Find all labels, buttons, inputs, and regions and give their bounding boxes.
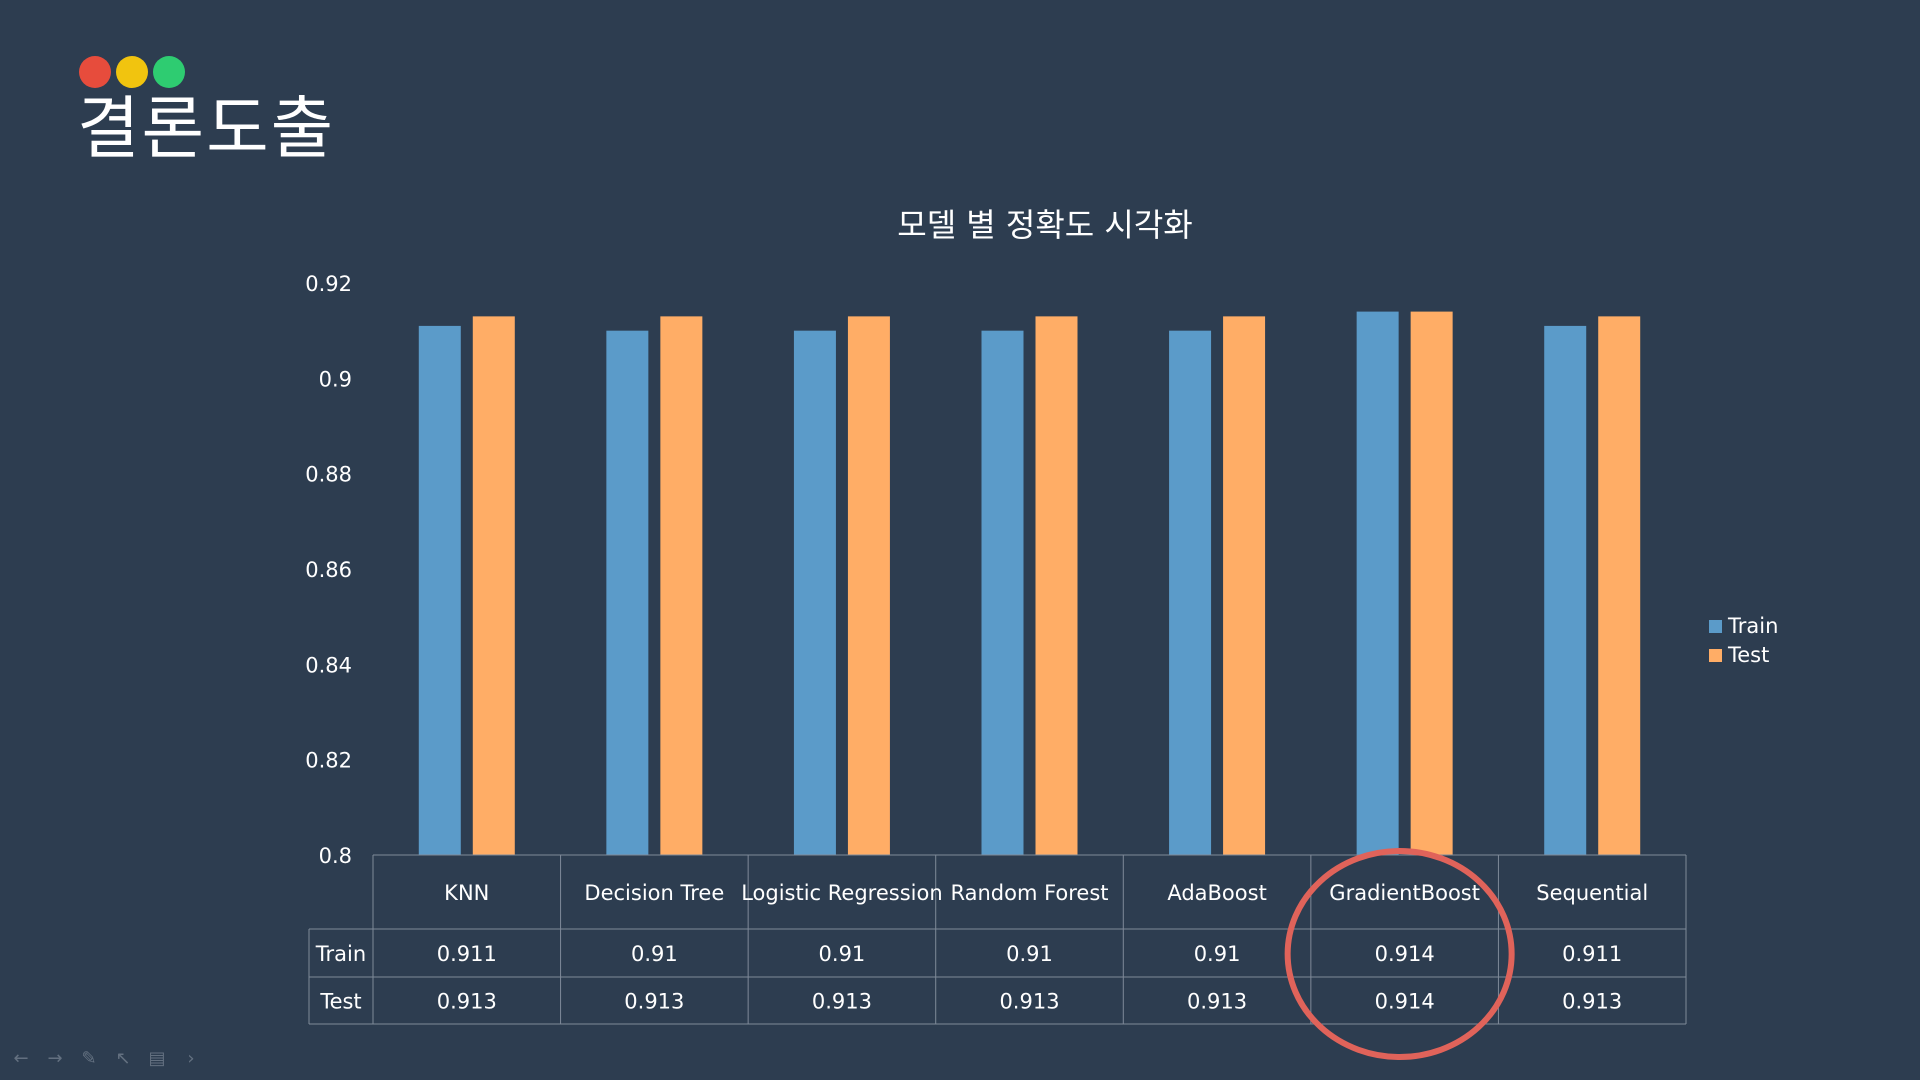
- y-tick-label: 0.92: [305, 272, 352, 296]
- category-label: KNN: [444, 881, 489, 905]
- category-label: GradientBoost: [1329, 881, 1480, 905]
- y-tick-label: 0.84: [305, 653, 352, 677]
- category-label: Sequential: [1536, 881, 1648, 905]
- bar-train: [606, 330, 649, 856]
- bars-group: [418, 311, 1641, 856]
- table-cell: 0.91: [1194, 942, 1241, 966]
- category-label: Decision Tree: [584, 881, 724, 905]
- table-cell: 0.913: [999, 990, 1059, 1014]
- bar-train: [418, 325, 461, 855]
- category-label: AdaBoost: [1167, 881, 1266, 905]
- table-cell: 0.91: [1006, 942, 1053, 966]
- arrow-left-icon[interactable]: ←: [10, 1048, 32, 1069]
- category-label: Random Forest: [950, 881, 1108, 905]
- legend-label: Test: [1727, 643, 1769, 667]
- y-axis: 0.92 0.9 0.88 0.86 0.84 0.82 0.8: [305, 272, 352, 868]
- table-cell: 0.91: [819, 942, 866, 966]
- category-label: Logistic Regression: [741, 881, 942, 905]
- chevron-right-icon[interactable]: ›: [180, 1048, 202, 1069]
- bar-train: [1169, 330, 1212, 856]
- slide-nav-bar: ← → ✎ ↖ ▤ ›: [10, 1048, 202, 1069]
- table-cell: 0.913: [437, 990, 497, 1014]
- table-cell: 0.914: [1375, 990, 1435, 1014]
- legend-label: Train: [1727, 614, 1778, 638]
- table-cell: 0.913: [1562, 990, 1622, 1014]
- accuracy-bar-chart: 모델 별 정확도 시각화 0.920.90.880.860.840.820.8 …: [305, 206, 1778, 1060]
- table-cell: 0.91: [631, 942, 678, 966]
- bar-train: [793, 330, 836, 856]
- slide-menu-icon[interactable]: ▤: [146, 1048, 168, 1069]
- table-row-label: Test: [319, 990, 361, 1014]
- table-row-label: Train: [315, 942, 366, 966]
- table-cell: 0.913: [624, 990, 684, 1014]
- legend-swatch: [1709, 649, 1722, 662]
- table-cell: 0.913: [812, 990, 872, 1014]
- table-cell: 0.911: [437, 942, 497, 966]
- bar-test: [472, 316, 515, 855]
- y-tick-label: 0.9: [319, 367, 352, 391]
- y-tick-label: 0.88: [305, 463, 352, 487]
- legend-swatch: [1709, 620, 1722, 633]
- pointer-icon[interactable]: ↖: [112, 1048, 134, 1069]
- table-cell: 0.913: [1187, 990, 1247, 1014]
- bar-test: [1223, 316, 1266, 855]
- bar-test: [1035, 316, 1078, 855]
- bar-test: [847, 316, 890, 855]
- bar-train: [1356, 311, 1399, 856]
- pen-icon[interactable]: ✎: [78, 1048, 100, 1069]
- legend: Train Test: [1709, 614, 1778, 667]
- bar-train: [1544, 325, 1587, 855]
- bar-test: [660, 316, 703, 855]
- bar-train: [981, 330, 1024, 856]
- y-tick-label: 0.82: [305, 749, 352, 773]
- table-cell: 0.911: [1562, 942, 1622, 966]
- bar-test: [1410, 311, 1453, 856]
- bar-test: [1598, 316, 1641, 855]
- chart-title: 모델 별 정확도 시각화: [897, 206, 1192, 244]
- y-tick-label: 0.86: [305, 558, 352, 582]
- table-cell: 0.914: [1375, 942, 1435, 966]
- arrow-right-icon[interactable]: →: [44, 1048, 66, 1069]
- y-tick-label: 0.8: [319, 844, 352, 868]
